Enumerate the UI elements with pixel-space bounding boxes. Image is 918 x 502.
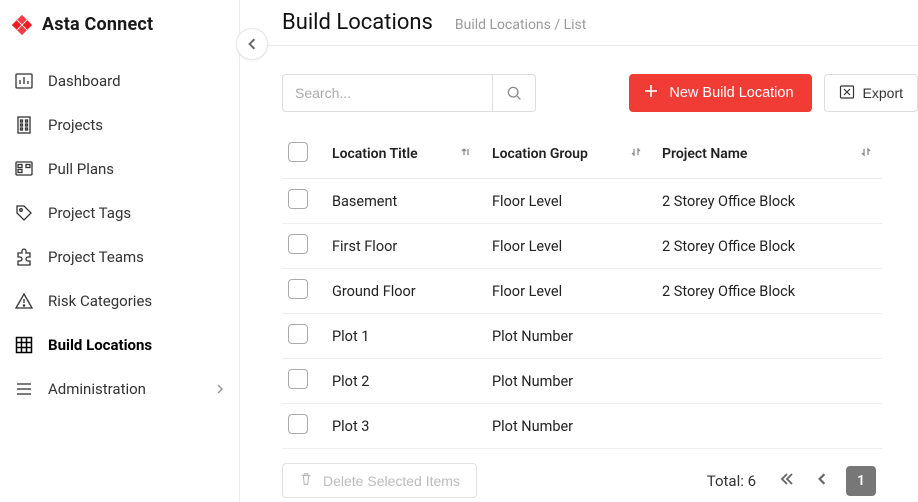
brand-name: Asta Connect bbox=[42, 14, 153, 35]
sidebar-item-projects[interactable]: Projects bbox=[0, 103, 239, 147]
sidebar-item-label: Administration bbox=[48, 380, 146, 398]
table-row[interactable]: Plot 3Plot Number bbox=[282, 404, 882, 449]
button-label: Export bbox=[863, 85, 903, 101]
export-button[interactable]: Export bbox=[824, 74, 918, 112]
sidebar-collapse-button[interactable] bbox=[236, 28, 268, 60]
search bbox=[282, 74, 536, 112]
total-count: Total: 6 bbox=[707, 472, 756, 490]
table-row[interactable]: Plot 2Plot Number bbox=[282, 359, 882, 404]
sidebar-item-label: Pull Plans bbox=[48, 160, 114, 178]
page-header: Build Locations Build Locations / List bbox=[240, 0, 918, 46]
row-checkbox[interactable] bbox=[288, 189, 308, 209]
cell-title: First Floor bbox=[322, 224, 482, 269]
excel-icon bbox=[839, 84, 855, 103]
sidebar-item-risk-categories[interactable]: Risk Categories bbox=[0, 279, 239, 323]
sidebar-item-label: Project Teams bbox=[48, 248, 144, 266]
column-header-project[interactable]: Project Name bbox=[662, 146, 747, 162]
page-prev-button[interactable] bbox=[812, 469, 832, 493]
search-input[interactable] bbox=[282, 74, 492, 112]
cell-project bbox=[652, 404, 882, 449]
sidebar-item-project-tags[interactable]: Project Tags bbox=[0, 191, 239, 235]
sidebar-item-build-locations[interactable]: Build Locations bbox=[0, 323, 239, 367]
breadcrumb: Build Locations / List bbox=[455, 17, 586, 33]
cell-group: Plot Number bbox=[482, 359, 652, 404]
pagination: 1 bbox=[776, 466, 876, 496]
column-header-title[interactable]: Location Title bbox=[332, 146, 418, 162]
page-current[interactable]: 1 bbox=[846, 466, 876, 496]
table-row[interactable]: First FloorFloor Level2 Storey Office Bl… bbox=[282, 224, 882, 269]
chevron-right-icon bbox=[215, 380, 225, 398]
building-icon bbox=[14, 115, 34, 135]
select-all-checkbox[interactable] bbox=[288, 142, 308, 162]
tag-icon bbox=[14, 203, 34, 223]
cell-project: 2 Storey Office Block bbox=[652, 179, 882, 224]
board-icon bbox=[14, 159, 34, 179]
sidebar-item-label: Build Locations bbox=[48, 336, 152, 354]
dashboard-icon bbox=[14, 71, 34, 91]
cell-title: Ground Floor bbox=[322, 269, 482, 314]
cell-title: Plot 1 bbox=[322, 314, 482, 359]
row-checkbox[interactable] bbox=[288, 279, 308, 299]
puzzle-icon bbox=[14, 247, 34, 267]
table-row[interactable]: Plot 1Plot Number bbox=[282, 314, 882, 359]
cell-title: Plot 2 bbox=[322, 359, 482, 404]
locations-table: Location Title Location Group bbox=[282, 132, 882, 449]
cell-project: 2 Storey Office Block bbox=[652, 269, 882, 314]
brand-logo-icon bbox=[12, 15, 32, 35]
plus-icon bbox=[643, 83, 659, 103]
page-title: Build Locations bbox=[282, 10, 433, 35]
sort-icon[interactable] bbox=[630, 146, 642, 162]
brand: Asta Connect bbox=[0, 6, 239, 59]
cell-group: Plot Number bbox=[482, 314, 652, 359]
table-footer: Delete Selected Items Total: 6 1 bbox=[240, 449, 918, 498]
new-build-location-button[interactable]: New Build Location bbox=[629, 74, 811, 112]
sidebar: Asta Connect Dashboard bbox=[0, 0, 240, 502]
sort-asc-icon[interactable] bbox=[460, 146, 472, 162]
button-label: Delete Selected Items bbox=[323, 473, 460, 489]
page-first-button[interactable] bbox=[776, 468, 798, 494]
cell-group: Floor Level bbox=[482, 179, 652, 224]
sidebar-item-project-teams[interactable]: Project Teams bbox=[0, 235, 239, 279]
sidebar-item-label: Project Tags bbox=[48, 204, 131, 222]
sort-icon[interactable] bbox=[860, 146, 872, 162]
toolbar: New Build Location Export bbox=[240, 46, 918, 132]
column-header-group[interactable]: Location Group bbox=[492, 146, 588, 162]
sidebar-item-administration[interactable]: Administration bbox=[0, 367, 239, 411]
main: Build Locations Build Locations / List N… bbox=[240, 0, 918, 502]
cell-title: Plot 3 bbox=[322, 404, 482, 449]
nav: Dashboard Projects bbox=[0, 59, 239, 411]
search-button[interactable] bbox=[492, 74, 536, 112]
cell-title: Basement bbox=[322, 179, 482, 224]
delete-selected-button[interactable]: Delete Selected Items bbox=[282, 463, 477, 498]
row-checkbox[interactable] bbox=[288, 369, 308, 389]
sidebar-item-label: Projects bbox=[48, 116, 103, 134]
cell-group: Floor Level bbox=[482, 269, 652, 314]
cell-group: Floor Level bbox=[482, 224, 652, 269]
row-checkbox[interactable] bbox=[288, 414, 308, 434]
sidebar-item-pull-plans[interactable]: Pull Plans bbox=[0, 147, 239, 191]
cell-project bbox=[652, 314, 882, 359]
grid-icon bbox=[14, 335, 34, 355]
search-icon bbox=[506, 85, 522, 101]
button-label: New Build Location bbox=[669, 85, 793, 101]
cell-group: Plot Number bbox=[482, 404, 652, 449]
row-checkbox[interactable] bbox=[288, 234, 308, 254]
cell-project bbox=[652, 359, 882, 404]
row-checkbox[interactable] bbox=[288, 324, 308, 344]
menu-icon bbox=[14, 379, 34, 399]
sidebar-item-label: Risk Categories bbox=[48, 292, 152, 310]
warning-icon bbox=[14, 291, 34, 311]
sidebar-item-label: Dashboard bbox=[48, 72, 121, 90]
trash-icon bbox=[299, 472, 313, 489]
table-row[interactable]: BasementFloor Level2 Storey Office Block bbox=[282, 179, 882, 224]
sidebar-item-dashboard[interactable]: Dashboard bbox=[0, 59, 239, 103]
cell-project: 2 Storey Office Block bbox=[652, 224, 882, 269]
table-row[interactable]: Ground FloorFloor Level2 Storey Office B… bbox=[282, 269, 882, 314]
